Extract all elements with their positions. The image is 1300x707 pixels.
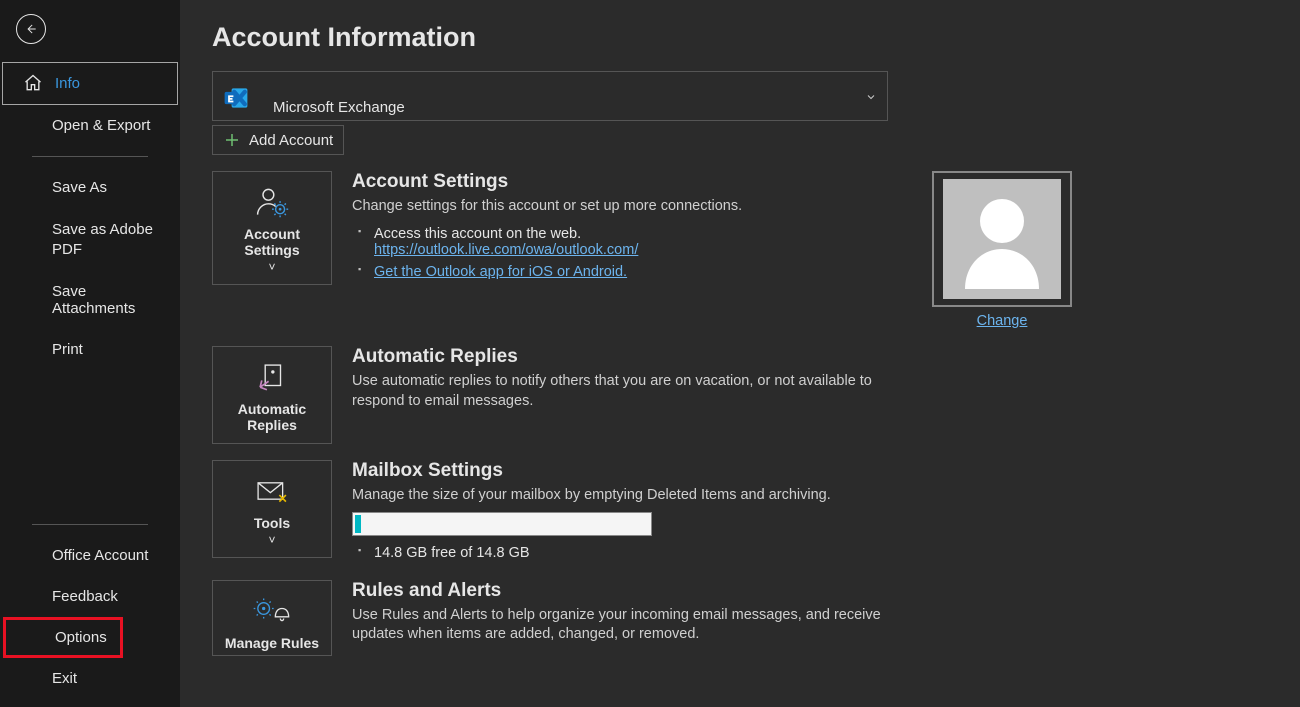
avatar-placeholder-icon bbox=[943, 179, 1061, 299]
account-settings-button[interactable]: Account Settings ˅ bbox=[212, 171, 332, 285]
section-heading: Mailbox Settings bbox=[352, 460, 892, 482]
section-rules-alerts: Manage Rules Rules and Alerts Use Rules … bbox=[212, 580, 1268, 656]
page-title: Account Information bbox=[212, 22, 1268, 53]
sidebar-item-label: Print bbox=[52, 341, 83, 358]
arrow-left-icon bbox=[24, 22, 38, 36]
sidebar-item-label: Exit bbox=[52, 670, 77, 687]
section-description: Use Rules and Alerts to help organize yo… bbox=[352, 606, 892, 645]
button-label: Tools bbox=[254, 515, 290, 531]
section-description: Change settings for this account or set … bbox=[352, 197, 892, 217]
sidebar-item-label: Open & Export bbox=[52, 117, 150, 134]
section-mailbox-settings: Tools ˅ Mailbox Settings Manage the size… bbox=[212, 460, 1268, 564]
sidebar-item-exit[interactable]: Exit bbox=[0, 658, 180, 707]
profile-photo-box: Change bbox=[932, 171, 1072, 330]
chevron-down-icon bbox=[865, 90, 877, 108]
sidebar-item-label: Office Account bbox=[52, 547, 148, 564]
plus-icon bbox=[223, 131, 241, 149]
sidebar-item-label: Save Attachments bbox=[52, 283, 135, 317]
button-label: Automatic Replies bbox=[217, 401, 327, 433]
quota-text: 14.8 GB free of 14.8 GB bbox=[352, 542, 892, 564]
add-account-label: Add Account bbox=[249, 132, 333, 149]
section-heading: Automatic Replies bbox=[352, 346, 892, 368]
chevron-down-icon: ˅ bbox=[268, 533, 275, 547]
button-label: Manage Rules bbox=[225, 635, 319, 651]
sidebar-item-print[interactable]: Print bbox=[0, 329, 180, 370]
mailbox-tools-icon bbox=[254, 475, 290, 507]
change-photo-link[interactable]: Change bbox=[977, 313, 1028, 329]
person-gear-icon bbox=[254, 186, 290, 218]
sidebar-item-label: Save as Adobe PDF bbox=[52, 221, 153, 258]
section-description: Use automatic replies to notify others t… bbox=[352, 372, 892, 411]
account-selector[interactable]: Microsoft Exchange bbox=[212, 71, 888, 121]
sidebar-item-label: Options bbox=[55, 629, 107, 646]
account-selector-label: Microsoft Exchange bbox=[273, 99, 405, 116]
sidebar-item-info[interactable]: Info bbox=[2, 62, 178, 105]
exchange-icon bbox=[221, 84, 251, 117]
button-label: Account Settings bbox=[217, 226, 327, 258]
sidebar-item-office-account[interactable]: Office Account bbox=[0, 535, 180, 576]
section-heading: Account Settings bbox=[352, 171, 892, 193]
list-item: Get the Outlook app for iOS or Android. bbox=[352, 261, 892, 283]
add-account-button[interactable]: Add Account bbox=[212, 125, 344, 155]
separator bbox=[32, 156, 148, 157]
mailbox-quota-bar bbox=[352, 512, 652, 536]
section-heading: Rules and Alerts bbox=[352, 580, 892, 602]
section-account-settings: Account Settings ˅ Account Settings Chan… bbox=[212, 171, 1268, 330]
sidebar-item-open-export[interactable]: Open & Export bbox=[0, 105, 180, 146]
profile-photo-frame bbox=[932, 171, 1072, 307]
sidebar-item-options[interactable]: Options bbox=[3, 617, 123, 658]
outlook-app-link[interactable]: Get the Outlook app for iOS or Android. bbox=[374, 264, 627, 280]
sidebar-item-save-as[interactable]: Save As bbox=[0, 167, 180, 208]
file-sidebar: Info Open & Export Save As Save as Adobe… bbox=[0, 0, 180, 707]
outlook-web-link[interactable]: https://outlook.live.com/owa/outlook.com… bbox=[374, 242, 638, 258]
manage-rules-button[interactable]: Manage Rules bbox=[212, 580, 332, 656]
chevron-down-icon: ˅ bbox=[268, 260, 275, 274]
tools-button[interactable]: Tools ˅ bbox=[212, 460, 332, 558]
automatic-replies-button[interactable]: Automatic Replies bbox=[212, 346, 332, 444]
back-button[interactable] bbox=[16, 14, 46, 44]
sidebar-item-feedback[interactable]: Feedback bbox=[0, 576, 180, 617]
sidebar-item-save-adobe-pdf[interactable]: Save as Adobe PDF bbox=[0, 208, 180, 271]
sidebar-item-label: Save As bbox=[52, 179, 107, 196]
sidebar-item-label: Info bbox=[55, 75, 80, 92]
auto-reply-icon bbox=[255, 361, 289, 393]
home-icon bbox=[23, 73, 43, 97]
gear-bell-icon bbox=[252, 595, 292, 627]
separator bbox=[32, 524, 148, 525]
sidebar-item-save-attachments[interactable]: Save Attachments bbox=[0, 271, 180, 329]
main-panel: Account Information Microsoft Exchange A… bbox=[180, 0, 1300, 707]
section-description: Manage the size of your mailbox by empty… bbox=[352, 486, 892, 506]
section-automatic-replies: Automatic Replies Automatic Replies Use … bbox=[212, 346, 1268, 444]
list-item: Access this account on the web. https://… bbox=[352, 223, 892, 261]
sidebar-item-label: Feedback bbox=[52, 588, 118, 605]
